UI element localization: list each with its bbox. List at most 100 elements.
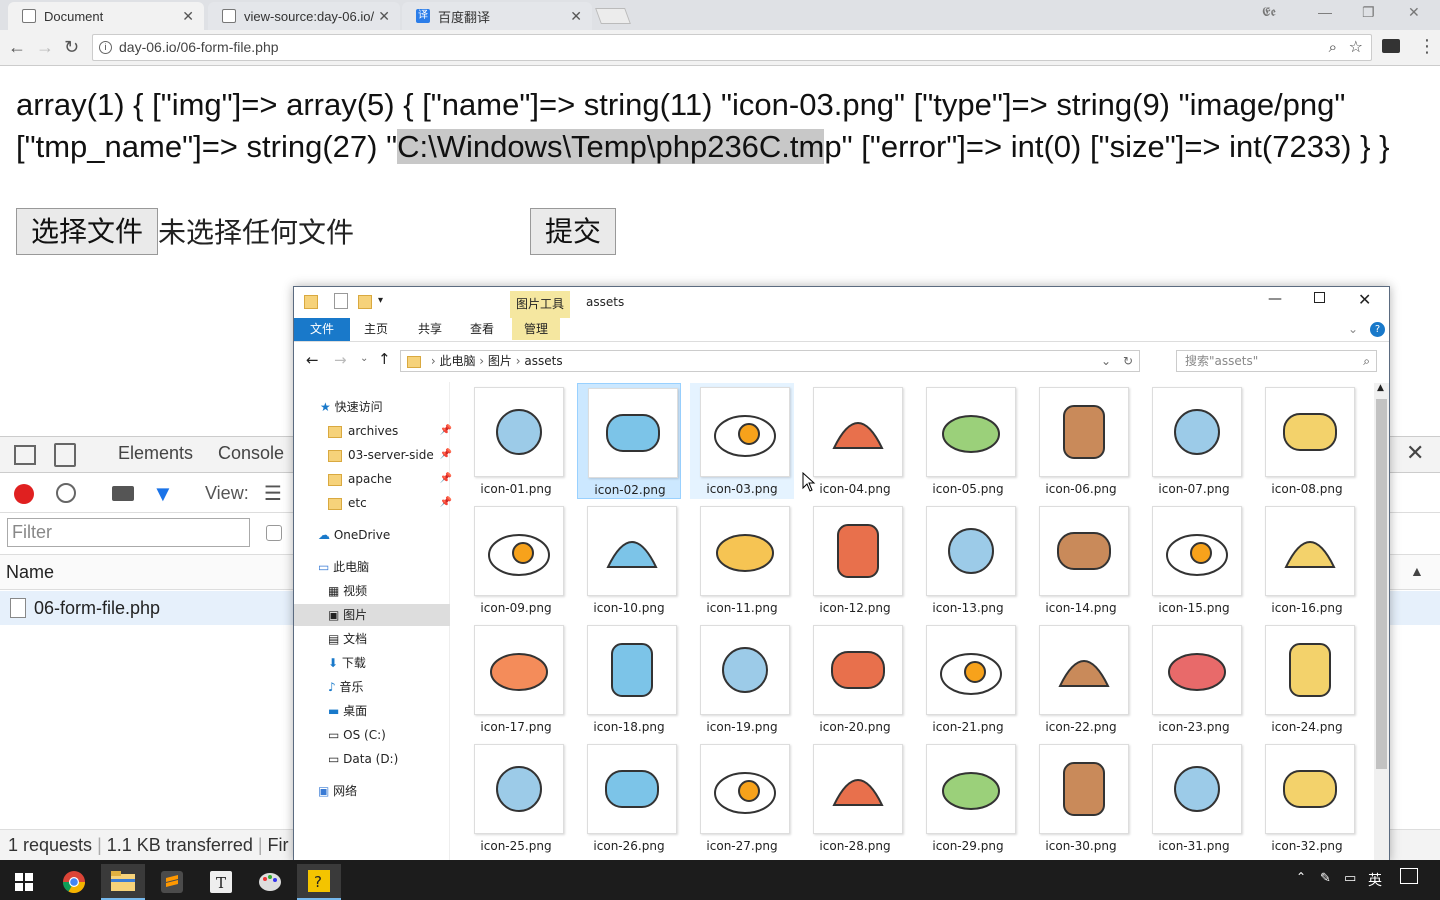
file-item[interactable]: icon-20.png	[803, 621, 907, 737]
nav-documents[interactable]: ▤ 文档	[328, 628, 367, 650]
windows-start-icon[interactable]	[2, 864, 46, 900]
tab-document[interactable]: Document ✕	[8, 2, 204, 30]
up-icon[interactable]: ↑	[378, 350, 391, 368]
help-icon[interactable]: ?	[1370, 322, 1385, 337]
file-item[interactable]: icon-14.png	[1029, 502, 1133, 618]
nav-pictures[interactable]: ▣ 图片	[294, 604, 450, 626]
file-item[interactable]: icon-10.png	[577, 502, 681, 618]
nav-videos[interactable]: ▦ 视频	[328, 580, 367, 602]
filter-input[interactable]: Filter	[7, 518, 250, 547]
choose-file-button[interactable]: 选择文件	[16, 208, 159, 255]
new-folder-icon[interactable]	[358, 295, 372, 309]
recent-dropdown-icon[interactable]: ⌄	[360, 353, 368, 364]
typora-icon[interactable]: T	[199, 864, 243, 900]
nav-quick-access[interactable]: ★ 快速访问	[320, 396, 383, 418]
file-item[interactable]: icon-11.png	[690, 502, 794, 618]
nav-desktop[interactable]: ▬ 桌面	[328, 700, 367, 722]
close-icon[interactable]: ✕	[182, 8, 194, 25]
submit-button[interactable]: 提交	[530, 208, 617, 255]
menu-icon[interactable]: ⋮	[1418, 36, 1436, 57]
close-icon[interactable]: ✕	[1358, 290, 1371, 309]
restore-icon[interactable]: ❐	[1362, 4, 1375, 21]
address-bar[interactable]: i day-06.io/06-form-file.php ⌕ ☆	[92, 34, 1372, 61]
file-item[interactable]: icon-12.png	[803, 502, 907, 618]
tab-elements[interactable]: Elements	[118, 443, 193, 464]
tab-console[interactable]: Console	[218, 443, 284, 464]
chrome-icon[interactable]	[52, 864, 96, 900]
file-item[interactable]: icon-21.png	[916, 621, 1020, 737]
bookmark-star-icon[interactable]: ☆	[1349, 35, 1363, 60]
file-item[interactable]: icon-06.png	[1029, 383, 1133, 499]
nav-network[interactable]: ▣ 网络	[318, 780, 357, 802]
reload-icon[interactable]: ↻	[64, 37, 79, 58]
quick-access-dropdown-icon[interactable]: ▾	[378, 295, 383, 306]
breadcrumb[interactable]: › 此电脑 › 图片 › assets ⌄ ↻	[400, 350, 1140, 372]
ribbon-manage[interactable]: 管理	[512, 318, 561, 341]
file-item[interactable]: icon-32.png	[1255, 740, 1359, 856]
scrollbar-thumb[interactable]	[1376, 399, 1387, 769]
file-item[interactable]: icon-16.png	[1255, 502, 1359, 618]
device-toggle-icon[interactable]	[54, 443, 76, 467]
crumb-pc[interactable]: 此电脑	[439, 354, 475, 368]
search-input[interactable]: 搜索"assets" ⌕	[1176, 350, 1377, 372]
file-item[interactable]: icon-07.png	[1142, 383, 1246, 499]
new-tab-button[interactable]	[595, 8, 631, 24]
file-item[interactable]: icon-09.png	[464, 502, 568, 618]
crumb-pictures[interactable]: 图片	[488, 354, 512, 368]
clear-icon[interactable]	[56, 483, 76, 503]
ribbon-share[interactable]: 共享	[406, 318, 454, 341]
forward-icon[interactable]: →	[334, 351, 347, 369]
tab-baidu-translate[interactable]: 译 百度翻译 ✕	[402, 2, 592, 30]
file-item[interactable]: icon-25.png	[464, 740, 568, 856]
filter-icon[interactable]: ▼	[152, 481, 174, 507]
nav-drive-c[interactable]: ▭ OS (C:)	[328, 724, 386, 746]
action-center-icon[interactable]	[1400, 868, 1418, 884]
nav-apache[interactable]: apache 📌	[328, 468, 452, 490]
back-icon[interactable]: ←	[306, 351, 319, 369]
file-item[interactable]: icon-08.png	[1255, 383, 1359, 499]
file-item[interactable]: icon-18.png	[577, 621, 681, 737]
list-view-icon[interactable]: ☰	[264, 481, 282, 506]
scrollbar[interactable]: ▲	[1374, 383, 1389, 863]
file-item[interactable]: icon-01.png	[464, 383, 568, 499]
file-item[interactable]: icon-31.png	[1142, 740, 1246, 856]
scroll-up-icon[interactable]: ▲	[1377, 383, 1384, 393]
file-item[interactable]: icon-23.png	[1142, 621, 1246, 737]
zoom-icon[interactable]: ⌕	[1329, 35, 1337, 60]
file-item[interactable]: icon-28.png	[803, 740, 907, 856]
close-window-icon[interactable]: ✕	[1408, 4, 1420, 21]
file-item[interactable]: icon-26.png	[577, 740, 681, 856]
nav-archives[interactable]: archives 📌	[328, 420, 452, 442]
back-icon[interactable]: ←	[8, 37, 26, 58]
screenshot-icon[interactable]	[112, 486, 134, 501]
network-tray-icon[interactable]: ▭	[1344, 870, 1356, 886]
profile-label[interactable]: 𝕰𝖊	[1262, 4, 1276, 20]
tray-expand-icon[interactable]: ⌃	[1296, 870, 1306, 884]
file-explorer-icon[interactable]	[101, 864, 145, 900]
antivirus-icon[interactable]: ✎	[1320, 870, 1331, 886]
nav-server-side[interactable]: 03-server-side 📌	[328, 444, 452, 466]
file-item[interactable]: icon-19.png	[690, 621, 794, 737]
ribbon-home[interactable]: 主页	[352, 318, 400, 341]
file-item[interactable]: icon-05.png	[916, 383, 1020, 499]
file-item[interactable]: icon-15.png	[1142, 502, 1246, 618]
nav-music[interactable]: ♪ 音乐	[328, 676, 364, 698]
properties-icon[interactable]	[334, 293, 348, 309]
info-icon[interactable]: i	[99, 41, 112, 54]
nav-etc[interactable]: etc 📌	[328, 492, 452, 514]
minimize-icon[interactable]: —	[1268, 291, 1282, 307]
file-item[interactable]: icon-13.png	[916, 502, 1020, 618]
ribbon-file[interactable]: 文件	[294, 318, 351, 341]
close-devtools-icon[interactable]: ✕	[1406, 440, 1424, 466]
file-item[interactable]: icon-29.png	[916, 740, 1020, 856]
close-icon[interactable]: ✕	[378, 8, 390, 25]
ribbon-expand-icon[interactable]: ⌄	[1348, 322, 1358, 336]
nav-drive-d[interactable]: ▭ Data (D:)	[328, 748, 398, 770]
file-item[interactable]: icon-27.png	[690, 740, 794, 856]
close-icon[interactable]: ✕	[570, 8, 582, 25]
crumb-assets[interactable]: assets	[524, 354, 562, 368]
tab-view-source[interactable]: view-source:day-06.io/ ✕	[208, 2, 400, 30]
ime-indicator[interactable]: 英	[1368, 870, 1382, 890]
extension-icon[interactable]	[1382, 39, 1400, 53]
refresh-icon[interactable]: ↻	[1123, 351, 1133, 371]
